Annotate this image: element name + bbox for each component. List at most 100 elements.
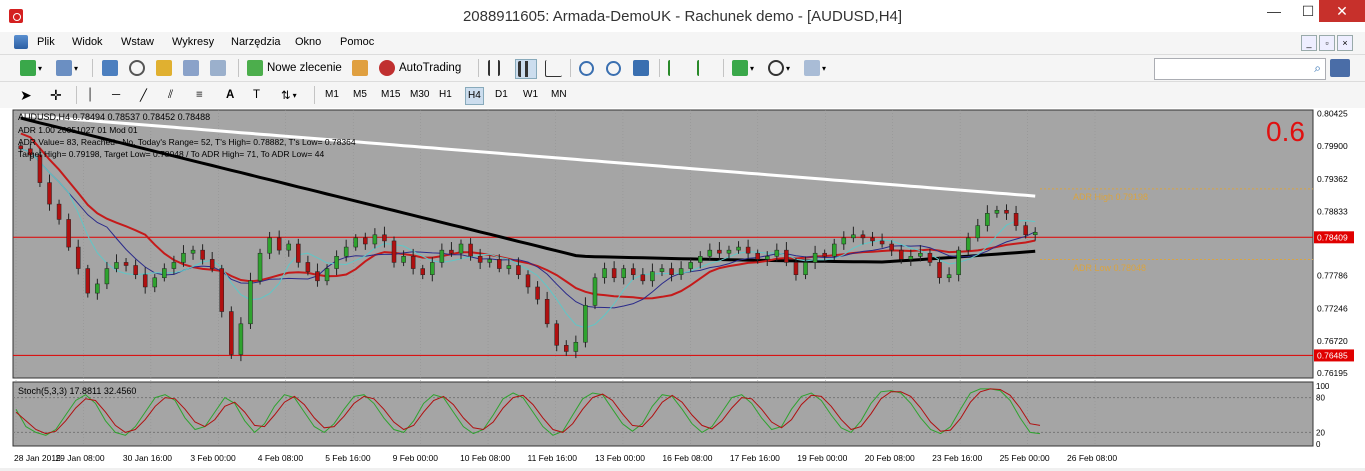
time-tick-label: 9 Feb 00:00 [393,453,439,463]
timeframe-m15[interactable]: M15 [379,87,402,103]
data-window-button[interactable] [129,59,145,77]
timeframe-d1[interactable]: D1 [493,87,510,103]
trendline-button[interactable]: ╱ [140,86,147,104]
horizontal-line-button[interactable]: ─ [112,86,120,104]
candle-body [698,256,703,263]
search-icon[interactable]: ⌕ [1314,61,1321,76]
cursor-button[interactable]: ➤ [20,86,32,104]
candle-body [152,277,158,288]
zoom-in-button[interactable] [579,59,594,77]
search-input[interactable] [1158,60,1310,78]
candle-body [37,154,43,183]
indicators-button[interactable]: ▾ [732,59,754,77]
candle-body [458,243,464,254]
candle-body [841,237,847,245]
channel-icon: ⫽ [168,88,174,101]
new-chart-icon [20,60,36,76]
toolbar-divider [76,86,77,104]
bar-chart-icon [488,60,500,76]
adr-low-label: ADR Low 0.78048 [1073,263,1146,273]
metaeditor-button[interactable] [352,59,368,77]
navigator-button[interactable] [156,59,172,77]
periods-button[interactable]: ▾ [768,59,790,77]
candle-body [401,256,406,263]
autotrading-icon [379,60,395,76]
candle-body [305,262,311,272]
menu-okno[interactable]: Okno [295,36,321,48]
new-chart-button[interactable]: ▾ [20,59,42,77]
time-tick-label: 19 Feb 00:00 [797,453,847,463]
candle-body [879,240,885,245]
candlestick-button[interactable] [515,59,537,79]
candle-body [114,262,119,269]
fibonacci-button[interactable]: ≡ [196,86,203,104]
autoscroll-button[interactable] [668,59,682,77]
price-chart[interactable]: 0.80425 0.79900 0.79362 0.78833 0.78409 0.777… [0,108,1365,468]
arrows-button[interactable]: ⇅ ▾ [281,86,297,104]
autotrading-button[interactable]: AutoTrading [379,59,461,77]
chart-window-icon[interactable] [14,35,28,49]
time-tick-label: 30 Jan 16:00 [123,453,172,463]
candle-body [75,246,81,269]
new-order-button[interactable]: Nowe zlecenie [247,59,342,77]
vertical-line-icon: │ [87,89,95,101]
candle-body [162,268,167,279]
menu-wstaw[interactable]: Wstaw [121,36,154,48]
timeframe-mn[interactable]: MN [549,87,569,103]
candle-body [420,268,425,275]
candle-body [353,237,358,248]
zoom-out-button[interactable] [606,59,621,77]
candle-body [56,203,62,220]
candle-body [229,311,234,355]
crosshair-button[interactable]: ✛ [50,86,62,104]
bar-chart-button[interactable] [488,59,500,77]
autoscroll-icon [668,60,682,76]
menu-pomoc[interactable]: Pomoc [340,36,374,48]
text-button[interactable]: A [226,86,234,104]
timeframe-w1[interactable]: W1 [521,87,540,103]
timeframe-m1[interactable]: M1 [323,87,341,103]
trendline-icon: ╱ [140,90,147,102]
text-label-button[interactable]: T [253,86,260,104]
mdi-restore-button[interactable]: ▫ [1319,35,1335,51]
strategy-tester-button[interactable] [210,59,226,77]
candle-body [525,274,531,288]
time-tick-label: 25 Feb 00:00 [1000,453,1050,463]
chart-shift-button[interactable] [697,59,711,77]
menu-plik[interactable]: Plik [37,36,55,48]
vertical-line-button[interactable]: │ [87,86,94,104]
templates-button[interactable]: ▾ [804,59,826,77]
candle-body [391,240,397,263]
search-box[interactable]: ⌕ [1154,58,1326,80]
candle-body [1023,225,1028,236]
menu-widok[interactable]: Widok [72,36,103,48]
tile-windows-button[interactable] [633,59,649,77]
terminal-button[interactable] [183,59,199,77]
time-tick-label: 29 Jan 08:00 [55,453,104,463]
menu-narzedzia[interactable]: Narzędzia [231,36,281,48]
profiles-button[interactable]: ▾ [56,59,78,77]
price-tick-label: 0.77786 [1317,271,1348,281]
toolbar-divider [478,59,479,77]
chart-window[interactable]: 0.80425 0.79900 0.79362 0.78833 0.78409 0.777… [0,108,1365,468]
timeframe-h1[interactable]: H1 [437,87,454,103]
minimize-button[interactable]: — [1257,0,1291,22]
text-label-icon: T [253,89,261,101]
market-watch-button[interactable] [102,59,118,77]
line-chart-button[interactable] [545,59,562,77]
candle-body [918,252,923,257]
timeframe-h4[interactable]: H4 [465,87,484,105]
candle-body [803,262,808,275]
candle-body [190,249,196,254]
toolbar-divider [570,59,571,77]
chat-icon[interactable] [1330,59,1350,77]
channel-button[interactable]: ⫽ [168,86,173,104]
menu-wykresy[interactable]: Wykresy [172,36,214,48]
mdi-minimize-button[interactable]: _ [1301,35,1317,51]
mdi-close-button[interactable]: × [1337,35,1353,51]
main-toolbar: ▾ ▾ Nowe zlecenie AutoTrading ▾ ▾ ▾ ⌕ [0,55,1365,82]
close-button[interactable]: ✕ [1319,0,1365,22]
timeframe-m30[interactable]: M30 [408,87,431,103]
candle-body [755,252,760,260]
timeframe-m5[interactable]: M5 [351,87,369,103]
